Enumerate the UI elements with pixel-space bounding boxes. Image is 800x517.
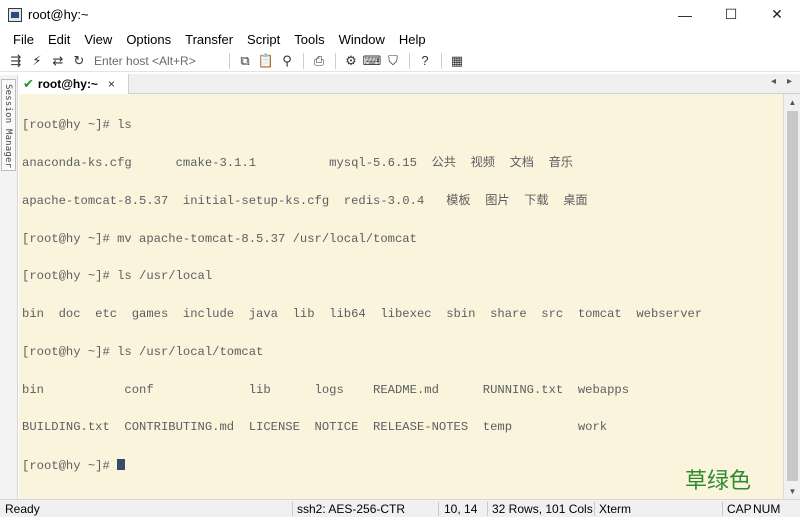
paste-icon[interactable]: 📋 [256, 51, 276, 71]
session-tab[interactable]: ✔ root@hy:~ × [19, 74, 129, 94]
reconnect-icon[interactable]: ⇄ [48, 51, 68, 71]
scroll-up-icon[interactable]: ▲ [784, 94, 800, 110]
quick-connect-icon[interactable]: ⚡ [27, 51, 47, 71]
tab-close-icon[interactable]: × [108, 77, 115, 91]
menu-view[interactable]: View [77, 32, 119, 47]
connected-check-icon: ✔ [23, 76, 34, 91]
terminal-prompt: [root@hy ~]# [22, 459, 118, 474]
status-protocol: ssh2: AES-256-CTR [297, 502, 406, 516]
copy-icon[interactable]: ⧉ [235, 51, 255, 71]
terminal-cursor [117, 459, 126, 471]
sftp-icon[interactable]: ⛉ [383, 51, 403, 71]
terminal-line: BUILDING.txt CONTRIBUTING.md LICENSE NOT… [22, 420, 608, 435]
status-divider [722, 502, 723, 516]
vertical-scrollbar[interactable]: ▲ ▼ [783, 94, 800, 499]
terminal-line: [root@hy ~]# ls /usr/local [22, 269, 213, 284]
menu-transfer[interactable]: Transfer [178, 32, 240, 47]
toolbar-divider [335, 52, 336, 69]
status-divider [438, 502, 439, 516]
terminal-line: [root@hy ~]# mv apache-tomcat-8.5.37 /us… [22, 231, 417, 246]
securecrt-app-icon[interactable] [8, 7, 22, 22]
scroll-thumb[interactable] [787, 111, 798, 481]
scroll-down-icon[interactable]: ▼ [784, 483, 800, 499]
toolbar-divider [229, 52, 230, 69]
toolbar-divider [409, 52, 410, 69]
session-manager-panel: Session Manager [0, 75, 18, 500]
print-icon[interactable]: ⎙ [309, 51, 329, 71]
session-manager-label: Session Manager [3, 84, 13, 169]
menu-tools[interactable]: Tools [287, 32, 331, 47]
menu-edit[interactable]: Edit [41, 32, 77, 47]
status-caps-lock: CAP [727, 502, 752, 516]
terminal-line: anaconda-ks.cfg cmake-3.1.1 mysql-5.6.15… [22, 155, 573, 170]
host-input[interactable] [90, 51, 220, 70]
connect-icon[interactable]: ⇶ [6, 51, 26, 71]
menu-help[interactable]: Help [392, 32, 433, 47]
minimize-button[interactable]: — [662, 0, 708, 29]
tab-bar: ✔ root@hy:~ × ◂ ▸ [19, 74, 800, 94]
watermark-text: 草绿色 [684, 469, 751, 494]
status-cursor-position: 10, 14 [444, 502, 478, 516]
terminal-view[interactable]: [root@hy ~]# ls anaconda-ks.cfg cmake-3.… [19, 94, 783, 499]
menu-window[interactable]: Window [332, 32, 392, 47]
status-divider [594, 502, 595, 516]
session-manager-tab[interactable]: Session Manager [1, 79, 16, 171]
status-divider [487, 502, 488, 516]
menu-file[interactable]: File [6, 32, 41, 47]
terminal-line: bin conf lib logs README.md RUNNING.txt … [22, 382, 630, 397]
terminal-line: bin doc etc games include java lib lib64… [22, 307, 703, 322]
tab-label: root@hy:~ [37, 77, 98, 91]
menu-bar: File Edit View Options Transfer Script T… [0, 29, 800, 49]
status-terminal-type: Xterm [599, 502, 632, 516]
window-controls: — ☐ ✕ [662, 0, 800, 29]
status-divider [292, 502, 293, 516]
status-ready: Ready [5, 502, 40, 516]
close-button[interactable]: ✕ [754, 0, 800, 29]
settings-icon[interactable]: ⚙ [341, 51, 361, 71]
help-icon[interactable]: ? [415, 51, 435, 71]
terminal-line: [root@hy ~]# ls [22, 118, 132, 133]
maximize-button[interactable]: ☐ [708, 0, 754, 29]
menu-script[interactable]: Script [240, 32, 287, 47]
terminal-line: [root@hy ~]# ls /usr/local/tomcat [22, 344, 264, 359]
status-bar: Ready ssh2: AES-256-CTR 10, 14 32 Rows, … [0, 499, 800, 517]
toolbar: ⇶ ⚡ ⇄ ↻ ⧉ 📋 ⚲ ⎙ ⚙ ⌨ ⛉ ? ▦ [0, 50, 800, 72]
reconnect-all-icon[interactable]: ↻ [69, 51, 89, 71]
map-icon[interactable]: ▦ [447, 51, 467, 71]
terminal-output: [root@hy ~]# ls anaconda-ks.cfg cmake-3.… [22, 94, 702, 497]
toolbar-divider [441, 52, 442, 69]
tab-scroll-right-icon[interactable]: ▸ [787, 76, 792, 87]
toolbar-divider [303, 52, 304, 69]
tab-scroll-left-icon[interactable]: ◂ [771, 76, 776, 87]
window-title: root@hy:~ [28, 7, 89, 22]
title-bar: root@hy:~ — ☐ ✕ [0, 0, 800, 29]
keymap-icon[interactable]: ⌨ [362, 51, 382, 71]
status-terminal-size: 32 Rows, 101 Cols [492, 502, 593, 516]
menu-options[interactable]: Options [119, 32, 178, 47]
terminal-prompt-line: [root@hy ~]# [22, 459, 702, 474]
find-icon[interactable]: ⚲ [277, 51, 297, 71]
terminal-line: apache-tomcat-8.5.37 initial-setup-ks.cf… [22, 193, 588, 208]
status-num-lock: NUM [753, 502, 781, 516]
